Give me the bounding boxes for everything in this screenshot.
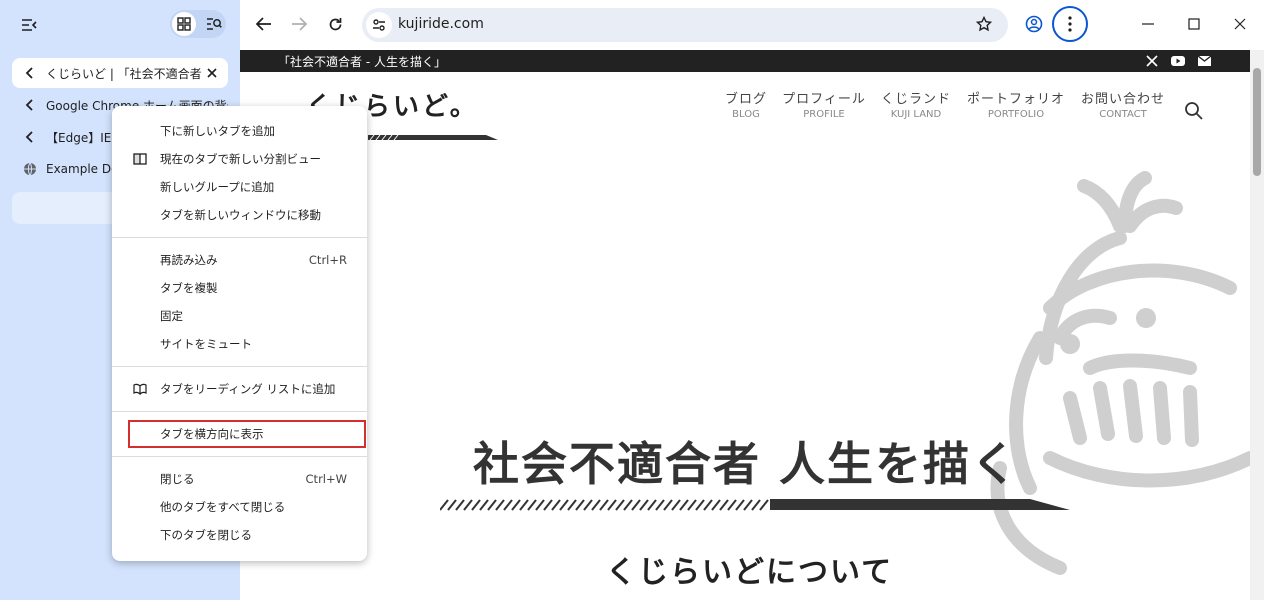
- page-scrollbar[interactable]: [1250, 50, 1264, 600]
- menu-item-label: 固定: [160, 309, 183, 323]
- nav-profile[interactable]: プロフィール PROFILE: [782, 88, 866, 120]
- menu-item-label: 再読み込み: [160, 253, 218, 267]
- collapse-sidebar-icon[interactable]: [18, 14, 40, 36]
- tab-search-icon[interactable]: [202, 12, 226, 36]
- menu-item-split-view[interactable]: 現在のタブで新しい分割ビュー: [112, 145, 367, 173]
- close-tab-icon[interactable]: [202, 63, 222, 83]
- menu-item-add-to-new-group[interactable]: 新しいグループに追加: [112, 173, 367, 201]
- back-arrow-icon: [22, 97, 38, 113]
- menu-item-move-to-new-window[interactable]: タブを新しいウィンドウに移動: [112, 201, 367, 229]
- highlight-box: [128, 420, 366, 448]
- nav-sublabel: CONTACT: [1099, 109, 1147, 120]
- nav-contact[interactable]: お問い合わせ CONTACT: [1080, 88, 1166, 120]
- split-view-icon: [132, 151, 148, 167]
- sidebar-tab-item[interactable]: くじらいど | 「社会不適合者 - 人生を描く」: [12, 58, 228, 88]
- globe-icon: [22, 161, 38, 177]
- menu-item-duplicate[interactable]: タブを複製: [112, 274, 367, 302]
- menu-item-label: 新しいグループに追加: [160, 180, 275, 194]
- nav-label: ブログ: [724, 92, 767, 107]
- sidebar-header: [0, 0, 240, 50]
- menu-kebab-icon[interactable]: [1052, 6, 1088, 42]
- nav-sublabel: PORTFOLIO: [987, 109, 1045, 120]
- nav-label: お問い合わせ: [1080, 92, 1165, 107]
- sidebar-tab-label: くじらいど | 「社会不適合者 - 人生を描く」: [46, 66, 202, 81]
- search-icon[interactable]: [1184, 100, 1204, 122]
- back-arrow-icon: [22, 65, 38, 81]
- menu-item-label: タブを新しいウィンドウに移動: [160, 208, 321, 222]
- scroll-thumb[interactable]: [1253, 68, 1261, 176]
- back-arrow-icon: [22, 129, 38, 145]
- nav-kuji-land[interactable]: くじランド KUJI LAND: [880, 88, 952, 120]
- site-info-icon[interactable]: [366, 12, 392, 38]
- web-page: 「社会不適合者 - 人生を描く」 くじらいど。 ブログ BLOG プロフィール …: [240, 50, 1264, 600]
- menu-item-label: 他のタブをすべて閉じる: [160, 500, 286, 514]
- menu-item-add-to-reading-list[interactable]: タブをリーディング リストに追加: [112, 375, 367, 403]
- nav-blog[interactable]: ブログ BLOG: [722, 88, 770, 120]
- reload-icon[interactable]: [323, 12, 347, 36]
- menu-item-reload[interactable]: 再読み込み Ctrl+R: [112, 246, 367, 274]
- menu-item-label: タブを複製: [160, 281, 218, 295]
- menu-item-label: 下に新しいタブを追加: [160, 124, 275, 138]
- menu-separator: [112, 456, 367, 457]
- tab-groups-icon[interactable]: [172, 12, 196, 36]
- mascot-illustration: [960, 168, 1257, 600]
- mail-icon[interactable]: [1196, 53, 1212, 69]
- menu-separator: [112, 237, 367, 238]
- reading-list-icon: [132, 381, 148, 397]
- tab-context-menu: 下に新しいタブを追加 現在のタブで新しい分割ビュー 新しいグループに追加 タブを…: [112, 106, 367, 561]
- menu-item-label: 閉じる: [160, 472, 195, 486]
- youtube-icon[interactable]: [1170, 53, 1186, 69]
- nav-sublabel: BLOG: [732, 109, 760, 120]
- back-icon[interactable]: [252, 12, 276, 36]
- site-tagline: 「社会不適合者 - 人生を描く」: [278, 55, 446, 69]
- nav-label: プロフィール: [782, 92, 866, 107]
- menu-item-close-tabs-below[interactable]: 下のタブを閉じる: [112, 521, 367, 549]
- nav-label: くじランド: [880, 92, 951, 107]
- menu-item-label: 現在のタブで新しい分割ビュー: [160, 152, 321, 166]
- menu-item-close[interactable]: 閉じる Ctrl+W: [112, 465, 367, 493]
- x-icon[interactable]: [1144, 53, 1160, 69]
- menu-item-mute-site[interactable]: サイトをミュート: [112, 330, 367, 358]
- menu-separator: [112, 366, 367, 367]
- about-heading: くじらいどについて: [606, 555, 894, 590]
- menu-item-close-other-tabs[interactable]: 他のタブをすべて閉じる: [112, 493, 367, 521]
- minimize-icon[interactable]: [1138, 14, 1158, 34]
- hero-title: 社会不適合者 人生を描く: [473, 437, 1020, 491]
- nav-sublabel: PROFILE: [803, 109, 845, 120]
- menu-item-shortcut: Ctrl+W: [305, 472, 347, 486]
- menu-item-shortcut: Ctrl+R: [308, 253, 347, 267]
- nav-label: ポートフォリオ: [966, 92, 1065, 107]
- bookmark-star-icon[interactable]: [972, 12, 996, 36]
- nav-portfolio[interactable]: ポートフォリオ PORTFOLIO: [966, 88, 1066, 120]
- menu-item-label: タブをリーディング リストに追加: [160, 382, 336, 396]
- profile-icon[interactable]: [1022, 12, 1046, 36]
- site-topbar: 「社会不適合者 - 人生を描く」: [240, 50, 1250, 72]
- nav-sublabel: KUJI LAND: [890, 109, 942, 120]
- menu-item-label: 下のタブを閉じる: [160, 528, 252, 542]
- url-text[interactable]: kujiride.com: [398, 16, 484, 32]
- menu-separator: [112, 411, 367, 412]
- maximize-icon[interactable]: [1184, 14, 1204, 34]
- menu-item-pin[interactable]: 固定: [112, 302, 367, 330]
- menu-item-new-tab-below[interactable]: 下に新しいタブを追加: [112, 117, 367, 145]
- forward-icon[interactable]: [287, 12, 311, 36]
- close-window-icon[interactable]: [1230, 14, 1250, 34]
- hero-underline: [439, 496, 1076, 512]
- logo-underline: [368, 126, 500, 141]
- menu-item-label: サイトをミュート: [160, 337, 252, 351]
